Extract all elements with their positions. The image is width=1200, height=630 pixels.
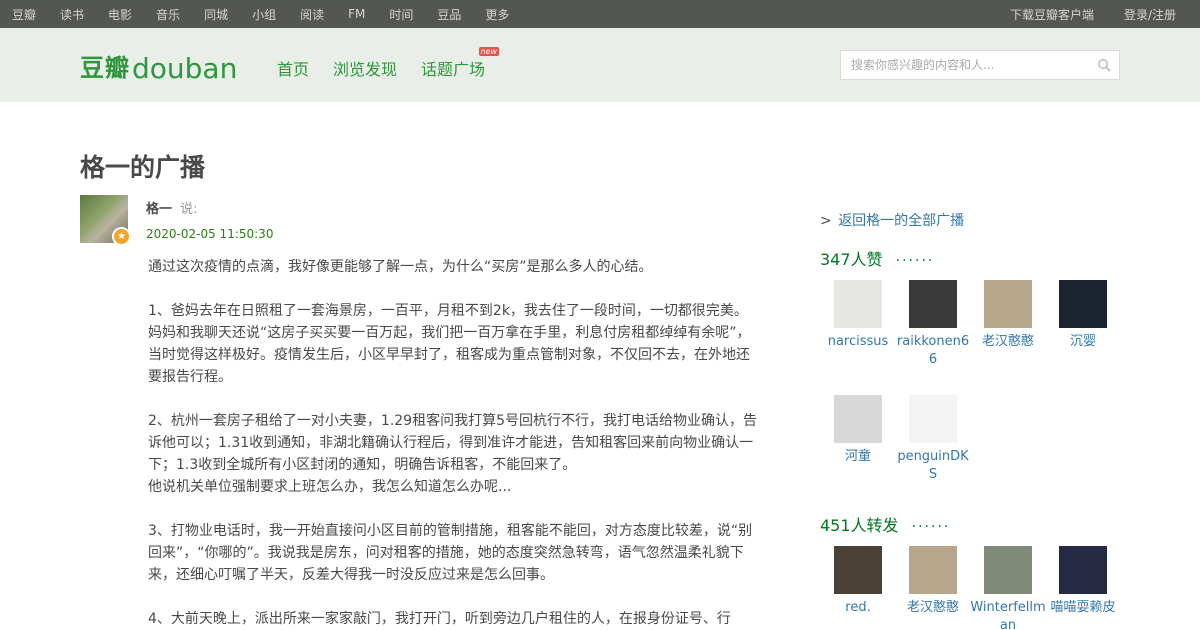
likes-dots: ······ bbox=[895, 253, 935, 269]
search-icon[interactable] bbox=[1097, 58, 1111, 72]
reshares-dots: ······ bbox=[911, 519, 951, 535]
new-badge: new bbox=[478, 47, 500, 56]
resharer-item[interactable]: 老汉憨憨 bbox=[895, 546, 971, 617]
liker-avatar[interactable] bbox=[984, 280, 1032, 328]
liker-avatar[interactable] bbox=[909, 395, 957, 443]
top-nav-more[interactable]: 更多 bbox=[485, 6, 509, 23]
liker-name[interactable]: 河童 bbox=[820, 448, 896, 466]
author-avatar[interactable]: ★ bbox=[80, 195, 131, 246]
top-nav-douban[interactable]: 豆瓣 bbox=[12, 6, 36, 23]
top-nav-read[interactable]: 阅读 bbox=[300, 6, 324, 23]
top-nav: 豆瓣 读书 电影 音乐 同城 小组 阅读 FM 时间 豆品 更多 bbox=[12, 0, 533, 28]
resharer-avatar[interactable] bbox=[909, 546, 957, 594]
top-bar: 豆瓣 读书 电影 音乐 同城 小组 阅读 FM 时间 豆品 更多 下载豆瓣客户端… bbox=[0, 0, 1200, 28]
status-line: 诉他可以；1.31收到通知，非湖北籍确认行程后，得到准许才能进，告知租客回来前向… bbox=[148, 435, 754, 451]
top-nav-market[interactable]: 豆品 bbox=[437, 6, 461, 23]
douban-logo[interactable]: 豆瓣 douban bbox=[80, 44, 237, 84]
liker-item[interactable]: penguinDKS bbox=[895, 395, 971, 484]
main-nav-topics-label: 话题广场 bbox=[421, 60, 486, 79]
resharer-name[interactable]: 老汉憨憨 bbox=[895, 599, 971, 617]
back-arrow: > bbox=[820, 213, 832, 229]
main-nav-home[interactable]: 首页 bbox=[277, 56, 309, 80]
liker-name[interactable]: penguinDKS bbox=[895, 448, 971, 484]
resharer-name[interactable]: red. bbox=[820, 599, 896, 617]
top-nav-fm[interactable]: FM bbox=[348, 7, 365, 21]
likes-count[interactable]: 347人赞 bbox=[820, 250, 883, 269]
top-nav-local[interactable]: 同城 bbox=[204, 6, 228, 23]
status-line: 妈妈和我聊天还说“这房子买买要一百万起，我们把一百万拿在手里，利息付房租都绰绰有… bbox=[148, 325, 751, 341]
resharer-item[interactable]: 喵喵耍赖皮 bbox=[1045, 546, 1121, 617]
liker-name[interactable]: 老汉憨憨 bbox=[970, 333, 1046, 351]
liker-avatar[interactable] bbox=[834, 280, 882, 328]
status-line: 回来”，“你哪的”。我说我是房东，问对租客的措施，她的态度突然急转弯，语气忽然温… bbox=[148, 545, 744, 561]
liker-item[interactable]: raikkonen66 bbox=[895, 280, 971, 369]
status-line: 4、大前天晚上，派出所来一家家敲门，我打开门，听到旁边几户租住的人，在报身份证号… bbox=[148, 611, 731, 627]
liker-item[interactable]: narcissus bbox=[820, 280, 896, 351]
said-label: 说: bbox=[180, 202, 198, 217]
liker-name[interactable]: raikkonen66 bbox=[895, 333, 971, 369]
status-line: 1、爸妈去年在日照租了一套海景房，一百平，月租不到2k，我去住了一段时间，一切都… bbox=[148, 303, 748, 319]
resharer-avatar[interactable] bbox=[834, 546, 882, 594]
likers-list: narcissus raikkonen66 老汉憨憨 沉婴 河童 penguin… bbox=[820, 280, 1121, 482]
liker-name[interactable]: narcissus bbox=[820, 333, 896, 351]
liker-avatar[interactable] bbox=[834, 395, 882, 443]
top-nav-groups[interactable]: 小组 bbox=[252, 6, 276, 23]
top-nav-movies[interactable]: 电影 bbox=[108, 6, 132, 23]
status-line: 下；1.3收到全城所有小区封闭的通知，明确告诉租客，不能回来了。 bbox=[148, 457, 577, 473]
resharer-name[interactable]: Winterfellman bbox=[970, 599, 1046, 630]
liker-item[interactable]: 沉婴 bbox=[1045, 280, 1121, 351]
status-line: 2、杭州一套房子租给了一对小夫妻，1.29租客问我打算5号回杭行不行，我打电话给… bbox=[148, 413, 757, 429]
page-title: 格一的广播 bbox=[80, 153, 206, 182]
status-line: 他说机关单位强制要求上班怎么办，我怎么知道怎么办呢... bbox=[148, 479, 512, 495]
status-line: 通过这次疫情的点滴，我好像更能够了解一点，为什么“买房”是那么多人的心结。 bbox=[148, 259, 653, 275]
status-timestamp[interactable]: 2020-02-05 11:50:30 bbox=[146, 227, 273, 241]
top-nav-music[interactable]: 音乐 bbox=[156, 6, 180, 23]
resharer-name[interactable]: 喵喵耍赖皮 bbox=[1045, 599, 1121, 617]
search-input[interactable] bbox=[841, 51, 1081, 79]
main-nav: 首页 浏览发现 话题广场 new bbox=[277, 47, 509, 80]
likes-section-title: 347人赞 ······ bbox=[820, 246, 934, 270]
resharer-item[interactable]: Winterfellman bbox=[970, 546, 1046, 630]
login-register-link[interactable]: 登录/注册 bbox=[1124, 6, 1176, 23]
author-name[interactable]: 格一 bbox=[146, 202, 172, 217]
verified-star-icon: ★ bbox=[112, 227, 131, 246]
liker-name[interactable]: 沉婴 bbox=[1045, 333, 1121, 351]
back-link-label: 返回格一的全部广播 bbox=[838, 213, 965, 229]
status-line: 3、打物业电话时，我一开始直接问小区目前的管制措施，租客能不能回，对方态度比较差… bbox=[148, 523, 753, 539]
resharers-list: red. 老汉憨憨 Winterfellman 喵喵耍赖皮 bbox=[820, 546, 1120, 630]
liker-avatar[interactable] bbox=[1059, 280, 1107, 328]
status-author: 格一 说: bbox=[146, 198, 198, 217]
status-line: 要报告行程。 bbox=[148, 369, 232, 385]
reshares-section-title: 451人转发 ······ bbox=[820, 512, 950, 536]
resharer-item[interactable]: red. bbox=[820, 546, 896, 617]
logo-cn-text: 豆瓣 bbox=[80, 54, 130, 82]
resharer-avatar[interactable] bbox=[1059, 546, 1107, 594]
download-client-link[interactable]: 下载豆瓣客户端 bbox=[1010, 6, 1094, 23]
status-content: 通过这次疫情的点滴，我好像更能够了解一点，为什么“买房”是那么多人的心结。 1、… bbox=[148, 256, 758, 630]
top-nav-books[interactable]: 读书 bbox=[60, 6, 84, 23]
top-right-links: 下载豆瓣客户端 登录/注册 bbox=[980, 0, 1176, 28]
liker-item[interactable]: 河童 bbox=[820, 395, 896, 466]
liker-item[interactable]: 老汉憨憨 bbox=[970, 280, 1046, 351]
main-nav-explore[interactable]: 浏览发现 bbox=[333, 56, 397, 80]
reshares-count[interactable]: 451人转发 bbox=[820, 516, 899, 535]
site-header: 豆瓣 douban 首页 浏览发现 话题广场 new bbox=[0, 28, 1200, 102]
liker-avatar[interactable] bbox=[909, 280, 957, 328]
search-box bbox=[840, 50, 1120, 80]
logo-en-text: douban bbox=[132, 52, 238, 85]
top-nav-time[interactable]: 时间 bbox=[389, 6, 413, 23]
resharer-avatar[interactable] bbox=[984, 546, 1032, 594]
back-to-all-statuses-link[interactable]: > 返回格一的全部广播 bbox=[820, 210, 964, 230]
main-nav-topics[interactable]: 话题广场 new bbox=[421, 47, 500, 80]
status-line: 当时觉得这样极好。疫情发生后，小区早早封了，租客成为重点管制对象，不仅回不去，在… bbox=[148, 347, 750, 363]
status-line: 来，还细心叮嘱了半天，反差大得我一时没反应过来是怎么回事。 bbox=[148, 567, 554, 583]
